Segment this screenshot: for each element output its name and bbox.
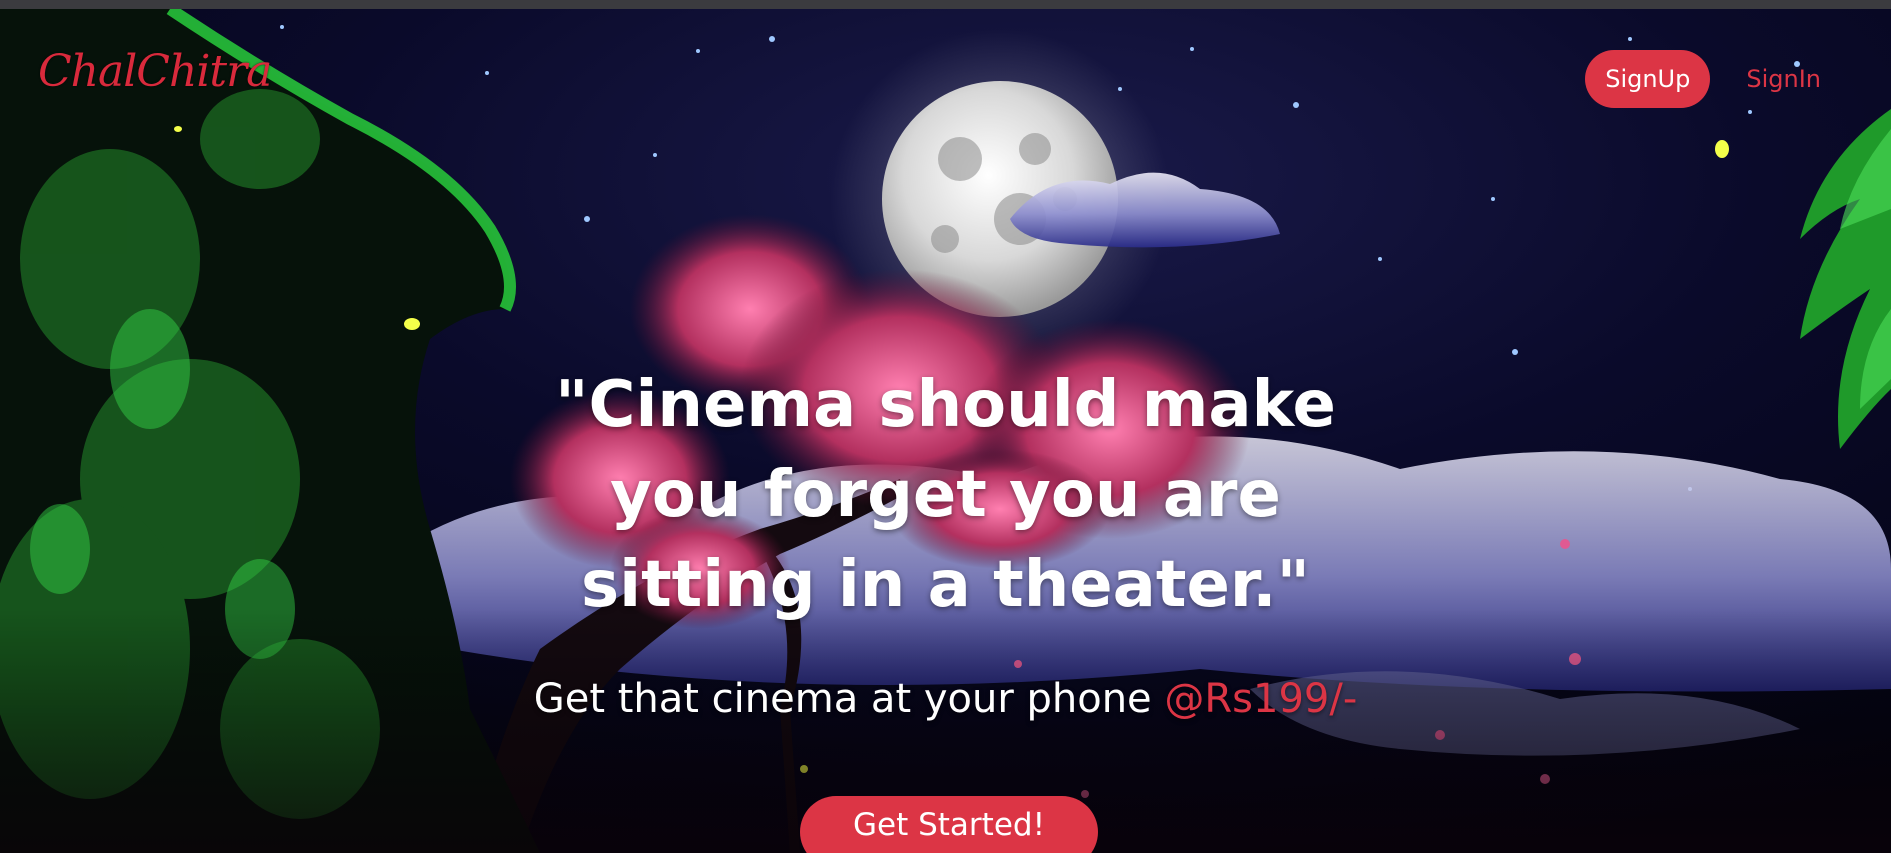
hero-subline: Get that cinema at your phone @Rs199/- xyxy=(0,674,1891,724)
hero-content: "Cinema should make you forget you are s… xyxy=(0,360,1891,724)
hero-headline: "Cinema should make you forget you are s… xyxy=(555,368,1336,622)
signup-button[interactable]: SignUp xyxy=(1585,50,1711,108)
subline-text: Get that cinema at your phone xyxy=(533,676,1165,722)
landing-page: ChalChitra SignUp SignIn "Cinema should … xyxy=(0,0,1891,853)
signin-link[interactable]: SignIn xyxy=(1746,65,1821,93)
browser-top-strip xyxy=(0,0,1891,9)
price-highlight: @Rs199/- xyxy=(1164,676,1358,722)
get-started-button[interactable]: Get Started! xyxy=(800,796,1098,853)
brand-logo[interactable]: ChalChitra xyxy=(38,46,272,97)
top-nav: SignUp SignIn xyxy=(1585,50,1821,108)
